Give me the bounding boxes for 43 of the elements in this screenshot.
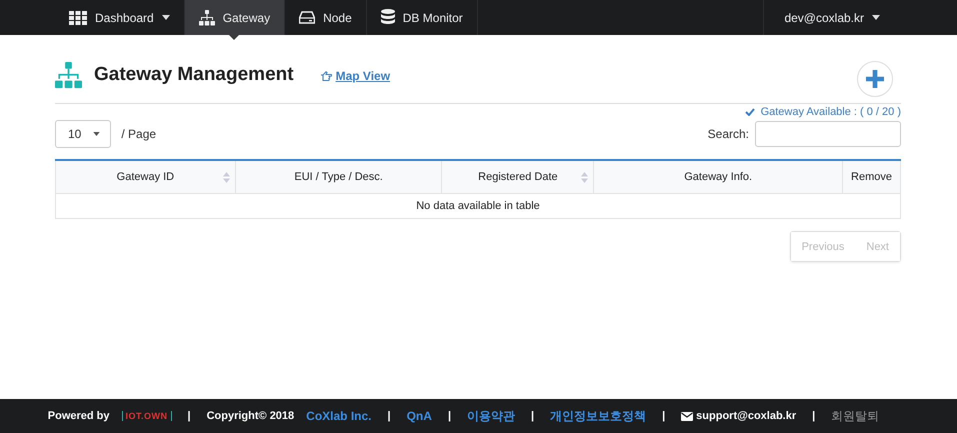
nav-tab[interactable]: Dashboard xyxy=(55,0,185,35)
empty-table-message: No data available in table xyxy=(56,194,900,218)
separator: | xyxy=(188,410,191,422)
footer-text: Powered by xyxy=(48,410,110,422)
search-field[interactable] xyxy=(755,121,901,147)
drive-icon xyxy=(299,11,316,24)
separator: | xyxy=(388,410,391,422)
plus-icon xyxy=(866,70,884,88)
availability-text: Gateway Available : ( 0 / 20 ) xyxy=(760,106,901,118)
search-label: Search: xyxy=(708,127,749,141)
add-button[interactable] xyxy=(857,61,893,97)
separator: | xyxy=(448,410,452,422)
nav-tab[interactable]: Node xyxy=(285,0,367,35)
sitemap-icon xyxy=(198,10,215,26)
email-address: support@coxlab.kr xyxy=(696,410,796,422)
page-size-label: / Page xyxy=(121,127,156,141)
user-menu[interactable]: dev@coxlab.kr xyxy=(763,0,894,35)
footer-link[interactable]: CoXlab Inc. xyxy=(306,409,372,423)
database-icon xyxy=(380,9,395,26)
column-header: EUI / Type / Desc. xyxy=(235,160,442,194)
check-icon xyxy=(744,108,755,116)
pointing-hand-icon xyxy=(320,71,332,81)
column-header: Gateway Info. xyxy=(594,160,843,194)
column-header[interactable]: Gateway ID xyxy=(56,160,236,194)
grid-icon xyxy=(69,10,87,24)
footer-text: Copyright© 2018 xyxy=(206,410,294,422)
map-view-link[interactable]: Map View xyxy=(336,69,390,83)
column-header[interactable]: Registered Date xyxy=(442,160,594,194)
page-title: Gateway Management xyxy=(94,64,294,86)
separator: | xyxy=(812,410,816,422)
page-size-select[interactable]: 10 xyxy=(55,120,112,148)
nav-tab[interactable]: DB Monitor xyxy=(366,0,478,35)
envelope-icon xyxy=(681,412,694,420)
separator: | xyxy=(531,410,534,422)
footer-link[interactable]: QnA xyxy=(406,409,432,423)
footer-link[interactable]: 개인정보보호정책 xyxy=(550,408,646,424)
footer-link[interactable]: 회원탈퇴 xyxy=(831,408,880,424)
brand-logo: IOT.OWN xyxy=(122,411,172,421)
sitemap-icon xyxy=(55,62,82,88)
caret-icon xyxy=(93,132,100,136)
footer-link[interactable]: 이용약관 xyxy=(467,408,516,424)
column-header: Remove xyxy=(842,160,900,194)
separator: | xyxy=(662,410,666,422)
